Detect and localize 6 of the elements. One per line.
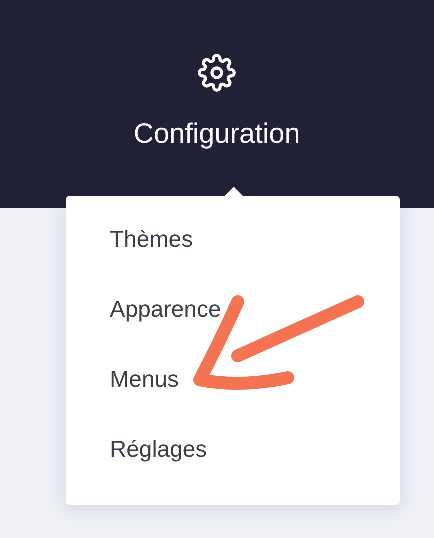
menu-item[interactable]: Menus xyxy=(110,362,180,396)
menu-item[interactable]: Thèmes xyxy=(110,222,194,256)
menu-item[interactable]: Réglages xyxy=(110,432,208,466)
settings-icon[interactable] xyxy=(198,54,236,92)
menu-title[interactable]: Configuration xyxy=(134,118,300,150)
menu-item[interactable]: Apparence xyxy=(110,292,222,326)
